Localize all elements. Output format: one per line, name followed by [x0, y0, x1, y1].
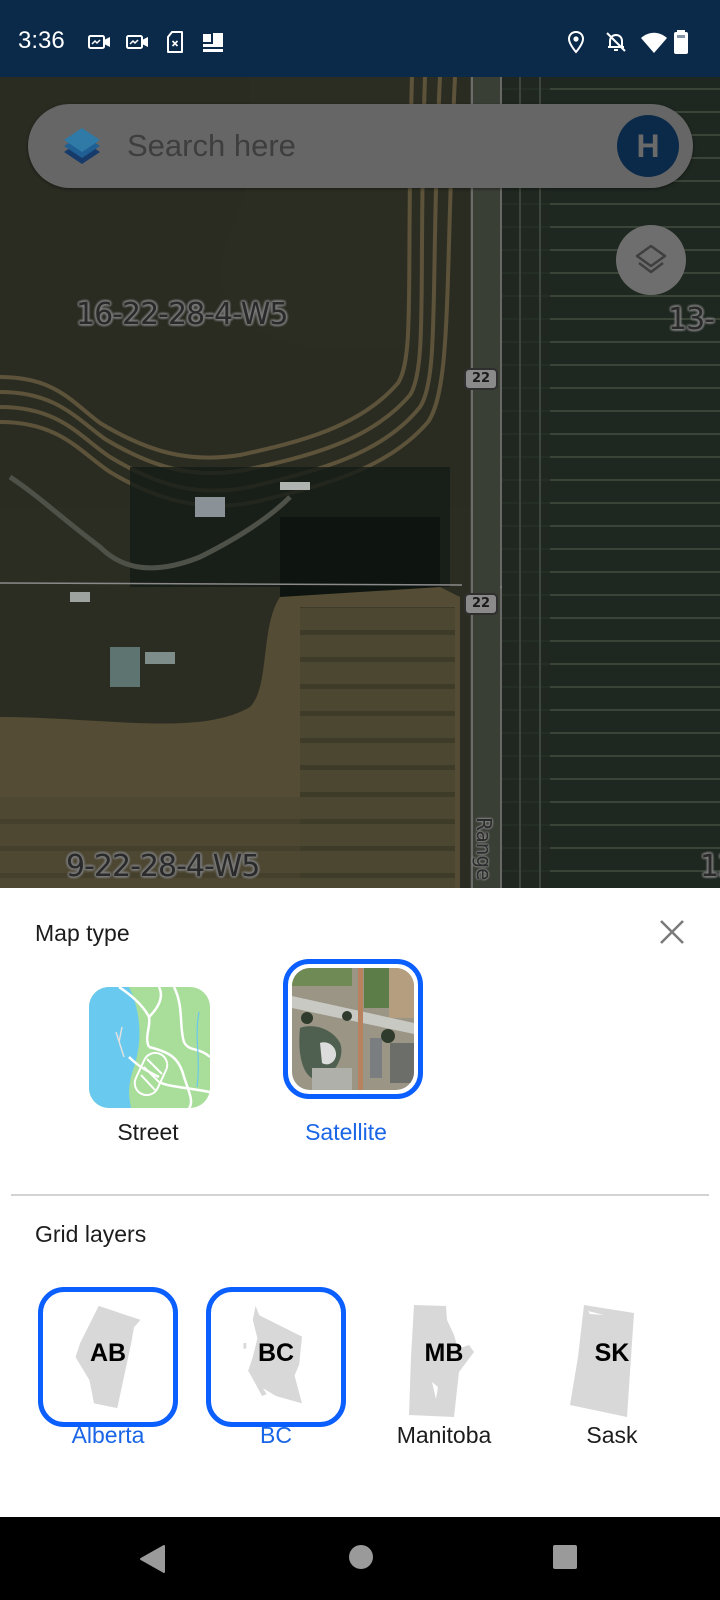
map-type-label: Satellite [305, 1119, 387, 1145]
road-name-label: Range [472, 817, 496, 881]
back-icon[interactable] [138, 1544, 166, 1574]
grid-layer-label: Alberta [71, 1422, 145, 1448]
close-icon[interactable] [656, 916, 688, 948]
legal-land-label: 16-22-28-4-W5 [76, 297, 288, 332]
manitoba-toggle[interactable]: MB [374, 1287, 514, 1427]
layers-button[interactable] [616, 225, 686, 295]
grid-layer-label: Manitoba [396, 1422, 492, 1448]
system-navigation-bar [0, 1517, 720, 1600]
grid-layer-label: BC [260, 1422, 292, 1448]
grid-layers-heading: Grid layers [35, 1221, 147, 1247]
sask-toggle[interactable]: SK [542, 1287, 682, 1427]
province-code: AB [89, 1339, 127, 1367]
video-recording-icon [126, 35, 148, 49]
highway-shield: 22 [464, 593, 498, 615]
section-divider [11, 1194, 709, 1196]
satellite-thumbnail[interactable] [283, 959, 423, 1099]
bc-toggle[interactable]: BC [206, 1287, 346, 1427]
account-avatar[interactable]: H [617, 115, 679, 177]
legal-land-label: 9-22-28-4-W5 [66, 849, 260, 884]
app-logo-icon [64, 128, 100, 164]
search-input[interactable]: Search here [127, 128, 296, 164]
home-icon[interactable] [348, 1544, 374, 1570]
map-type-label: Street [117, 1119, 179, 1145]
map-type-heading: Map type [35, 920, 130, 946]
satellite-map-preview [292, 968, 414, 1090]
street-map-preview [89, 987, 210, 1108]
province-code: SK [594, 1339, 630, 1367]
province-code: MB [424, 1339, 464, 1367]
satellite-imagery [0, 77, 720, 888]
no-sim-icon [167, 31, 183, 53]
battery-icon [674, 30, 688, 54]
status-time: 3:36 [18, 27, 65, 54]
satellite-map[interactable]: 16-22-28-4-W5 13- 9-22-28-4-W5 12 22 22 … [0, 77, 720, 888]
legal-land-label: 13- [668, 302, 715, 337]
street-thumbnail[interactable] [89, 987, 210, 1108]
province-code: BC [257, 1339, 295, 1367]
legal-land-label: 12 [700, 849, 720, 884]
highway-shield: 22 [464, 368, 498, 390]
layers-icon [635, 244, 667, 274]
dashboard-widget-icon [203, 33, 223, 52]
status-bar: 3:36 [0, 0, 720, 77]
location-pin-icon [567, 30, 585, 54]
wifi-icon [641, 32, 667, 53]
grid-layer-label: Sask [586, 1422, 638, 1448]
search-bar[interactable]: Search here H [28, 104, 693, 188]
alberta-toggle[interactable]: AB [38, 1287, 178, 1427]
recents-icon[interactable] [552, 1544, 578, 1570]
notifications-off-icon [606, 32, 626, 52]
map-options-sheet: Map type Street Satellite Grid layers AB… [0, 888, 720, 1517]
video-recording-icon [88, 35, 110, 49]
